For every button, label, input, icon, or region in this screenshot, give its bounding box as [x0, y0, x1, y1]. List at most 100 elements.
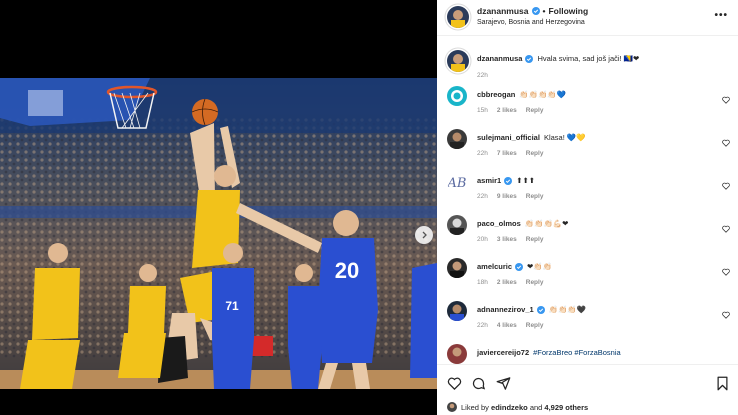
heart-icon[interactable]: [722, 311, 730, 319]
commenter-username-text[interactable]: asmir1: [477, 176, 501, 185]
author-line: dzananmusa • Following: [477, 6, 588, 16]
share-icon[interactable]: [496, 376, 511, 391]
verified-badge-icon: [536, 305, 545, 314]
comment-item: paco_olmos 👏🏻👏🏻👏🏻💪🏻❤ 20h 3 likes Reply: [437, 212, 738, 255]
commenter-avatar[interactable]: AB: [447, 172, 467, 192]
comment-meta: 15h 2 likes Reply: [477, 107, 543, 114]
liked-by-prefix: Liked by: [461, 402, 489, 412]
comment-time[interactable]: 15h: [477, 107, 488, 114]
comment-line: sulejmani_official Klasa! 💙💛: [477, 133, 586, 142]
comment-icon[interactable]: [471, 376, 486, 391]
commenter-username[interactable]: paco_olmos: [477, 219, 521, 228]
comment-likes[interactable]: 9 likes: [497, 193, 517, 200]
svg-text:AB: AB: [447, 176, 466, 191]
comment-line: adnannezirov_1 👏🏻👏🏻👏🏻🖤: [477, 305, 586, 314]
comment-time[interactable]: 22h: [477, 193, 488, 200]
comment-likes[interactable]: 7 likes: [497, 150, 517, 157]
comment-text: 👏🏻👏🏻👏🏻💪🏻❤: [524, 219, 569, 228]
commenter-username[interactable]: adnannezirov_1: [477, 305, 545, 314]
comment-time[interactable]: 18h: [477, 279, 488, 286]
heart-icon[interactable]: [722, 225, 730, 233]
post-actions: Liked by edindzeko and 4,929 others: [437, 364, 738, 415]
comment-likes[interactable]: 2 likes: [497, 107, 517, 114]
comment-text: Klasa! 💙💛: [543, 133, 586, 142]
commenter-username-text[interactable]: adnannezirov_1: [477, 305, 534, 314]
comment-line: asmir1 ⬆⬆⬆: [477, 176, 535, 185]
separator-dot: •: [542, 6, 546, 16]
caption-line: dzananmusa Hvala svima, sad još jači! 🇧🇦…: [477, 54, 639, 63]
commenter-avatar[interactable]: [447, 344, 467, 364]
comment-line: amelcuric ❤👏🏻👏🏻: [477, 262, 552, 271]
comment-meta: 22h 9 likes Reply: [477, 193, 543, 200]
liked-by-user[interactable]: edindzeko: [491, 403, 528, 412]
liked-by-and: and: [529, 402, 543, 412]
comment-line: cbbreogan 👏🏻👏🏻👏🏻👏🏻💙: [477, 90, 566, 99]
comment-line: javiercereijo72 #ForzaBreo #ForzaBosnia: [477, 348, 621, 357]
reply-button[interactable]: Reply: [526, 322, 544, 329]
commenter-username-text[interactable]: amelcuric: [477, 262, 512, 271]
comment-likes[interactable]: 2 likes: [497, 279, 517, 286]
liked-by-avatar[interactable]: [447, 402, 457, 412]
post-header: dzananmusa • Following Sarajevo, Bosnia …: [437, 0, 738, 36]
svg-text:71: 71: [225, 299, 239, 313]
verified-badge-icon: [531, 7, 540, 15]
comment-text: 👏🏻👏🏻👏🏻👏🏻💙: [519, 90, 567, 99]
comment-item: adnannezirov_1 👏🏻👏🏻👏🏻🖤 22h 4 likes Reply: [437, 298, 738, 341]
commenter-avatar[interactable]: [447, 301, 467, 321]
more-options-icon[interactable]: •••: [714, 10, 728, 21]
comment-meta: 20h 3 likes Reply: [477, 236, 543, 243]
caption-avatar[interactable]: [447, 50, 469, 72]
comment-meta: 22h 4 likes Reply: [477, 322, 543, 329]
comment-text: 👏🏻👏🏻👏🏻🖤: [548, 305, 587, 314]
reply-button[interactable]: Reply: [526, 193, 544, 200]
author-username[interactable]: dzananmusa: [477, 6, 529, 16]
comment-time[interactable]: 20h: [477, 236, 488, 243]
next-photo-button[interactable]: [415, 226, 433, 244]
comments-list[interactable]: dzananmusa Hvala svima, sad još jači! 🇧🇦…: [437, 37, 738, 364]
likes-count[interactable]: 4,929 others: [544, 403, 588, 412]
heart-icon[interactable]: [447, 376, 462, 391]
commenter-username[interactable]: amelcuric: [477, 262, 524, 271]
verified-badge-icon: [515, 262, 524, 271]
comment-likes[interactable]: 4 likes: [497, 322, 517, 329]
post-photo[interactable]: 20 71: [0, 78, 437, 389]
comment-item: AB asmir1 ⬆⬆⬆ 22h 9 likes Reply: [437, 169, 738, 212]
commenter-username[interactable]: cbbreogan: [477, 90, 515, 99]
commenter-username[interactable]: javiercereijo72: [477, 348, 529, 357]
commenter-avatar[interactable]: [447, 129, 467, 149]
caption-text: Hvala svima, sad još jači! 🇧🇦❤: [537, 54, 640, 63]
caption-time[interactable]: 22h: [477, 72, 488, 79]
heart-icon[interactable]: [722, 182, 730, 190]
commenter-avatar[interactable]: [447, 215, 467, 235]
svg-text:20: 20: [335, 258, 359, 283]
author-avatar[interactable]: [447, 6, 469, 28]
comment-meta: 18h 2 likes Reply: [477, 279, 543, 286]
liked-by-line: Liked by edindzeko and 4,929 others: [447, 402, 588, 412]
commenter-avatar[interactable]: [447, 86, 467, 106]
post-location[interactable]: Sarajevo, Bosnia and Herzegovina: [477, 19, 585, 26]
caption-username[interactable]: dzananmusa: [477, 54, 534, 63]
commenter-avatar[interactable]: [447, 258, 467, 278]
comment-text: ❤👏🏻👏🏻: [527, 262, 552, 271]
comment-time[interactable]: 22h: [477, 322, 488, 329]
reply-button[interactable]: Reply: [526, 279, 544, 286]
verified-badge-icon: [525, 54, 534, 63]
comment-hashtags[interactable]: #ForzaBreo #ForzaBosnia: [533, 348, 621, 357]
heart-icon[interactable]: [722, 96, 730, 104]
comment-item: amelcuric ❤👏🏻👏🏻 18h 2 likes Reply: [437, 255, 738, 298]
comment-text: ⬆⬆⬆: [516, 176, 536, 185]
reply-button[interactable]: Reply: [526, 236, 544, 243]
verified-badge-icon: [504, 176, 513, 185]
bookmark-icon[interactable]: [715, 376, 730, 391]
commenter-username[interactable]: asmir1: [477, 176, 513, 185]
caption-username-text[interactable]: dzananmusa: [477, 54, 522, 63]
heart-icon[interactable]: [722, 268, 730, 276]
reply-button[interactable]: Reply: [526, 150, 544, 157]
following-button[interactable]: Following: [548, 6, 588, 16]
comment-time[interactable]: 22h: [477, 150, 488, 157]
reply-button[interactable]: Reply: [526, 107, 544, 114]
chevron-right-icon: [422, 231, 427, 239]
heart-icon[interactable]: [722, 139, 730, 147]
comment-likes[interactable]: 3 likes: [497, 236, 517, 243]
commenter-username[interactable]: sulejmani_official: [477, 133, 540, 142]
